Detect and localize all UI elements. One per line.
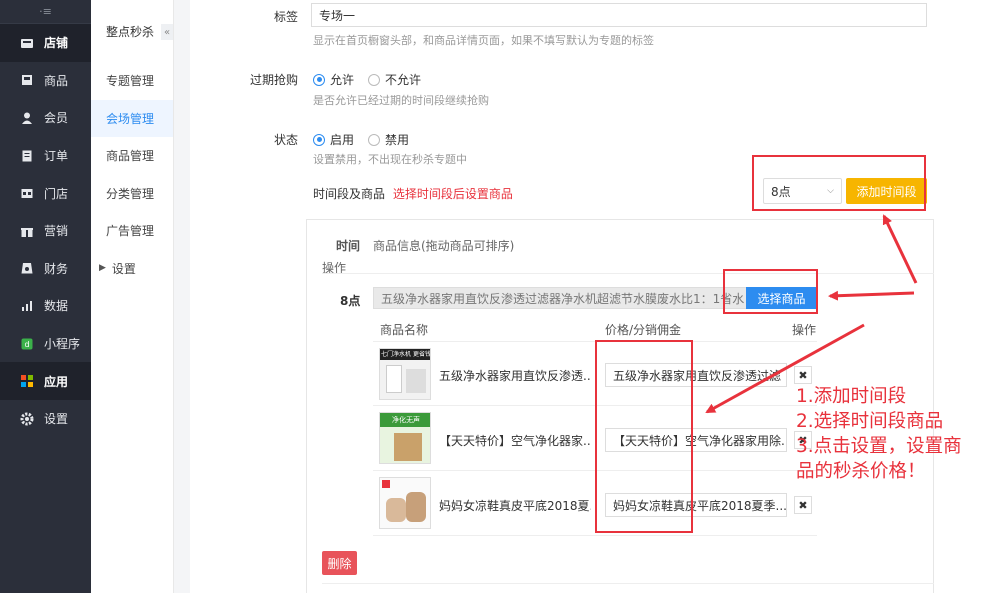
annotation-step-3-cont: 品的秒杀价格！: [796, 461, 926, 482]
subnav-title: 整点秒杀 «: [91, 0, 173, 62]
sidebar-item-data[interactable]: 数据: [0, 287, 91, 325]
subnav-item-goods[interactable]: 商品管理: [91, 137, 173, 175]
sidebar-item-shop[interactable]: 门店: [0, 174, 91, 212]
sidebar-item-label: 应用: [44, 374, 69, 389]
annotation-steps: 1.添加时间段 2.选择时间段商品 3.点击设置，设置商 品的秒杀价格！: [796, 384, 962, 484]
sidebar-item-label: 订单: [44, 149, 69, 164]
timeslot-heading: 时间段及商品 选择时间段后设置商品: [313, 187, 513, 201]
sidebar-item-label: 店铺: [44, 36, 69, 51]
product-name: 【天天特价】空气净化器家...: [439, 434, 591, 448]
annotation-box-select-goods: [723, 269, 818, 314]
tag-hint: 显示在首页橱窗头部，和商品详情页面，如果不填写默认为专题的标签: [313, 34, 654, 47]
product-name: 五级净水器家用直饮反渗透...: [439, 369, 591, 383]
inner-col-action: 操作: [792, 323, 817, 337]
subnav-item-ads[interactable]: 广告管理: [91, 212, 173, 250]
col-goods-header: 商品信息(拖动商品可排序): [373, 239, 515, 253]
status-enable-radio[interactable]: 启用: [313, 131, 354, 148]
col-time-header: 时间: [336, 239, 361, 253]
expired-hint: 是否允许已经过期的时间段继续抢购: [313, 94, 489, 107]
remove-product-button[interactable]: ✖: [794, 366, 812, 384]
sub-sidebar: 整点秒杀 « 专题管理 会场管理 商品管理 分类管理 广告管理 ▶ 设置: [91, 0, 174, 593]
annotation-box-price-column: [595, 340, 693, 533]
product-thumbnail: 净化无声: [379, 412, 431, 464]
sidebar-item-finance[interactable]: 财务: [0, 250, 91, 288]
annotation-step-3: 3.点击设置，设置商: [796, 436, 962, 457]
sidebar-item-marketing[interactable]: 营销: [0, 212, 91, 250]
user-icon: [20, 111, 34, 125]
chart-icon: [20, 299, 34, 313]
annotation-box-add-timeslot: [752, 155, 926, 211]
inner-col-price: 价格/分销佣金: [605, 323, 682, 337]
delete-timeslot-button[interactable]: 删除: [322, 551, 357, 575]
radio-unchecked-icon: [368, 133, 380, 146]
subnav-item-topic[interactable]: 专题管理: [91, 62, 173, 100]
product-thumbnail: [379, 477, 431, 529]
sidebar-item-store[interactable]: 店铺: [0, 24, 91, 62]
sidebar-item-label: 门店: [44, 186, 69, 201]
radio-checked-icon: [313, 133, 325, 146]
status-hint: 设置禁用，不出现在秒杀专题中: [313, 153, 467, 166]
radio-checked-icon: [313, 73, 325, 86]
annotation-step-2: 2.选择时间段商品: [796, 411, 944, 432]
gift-icon: [20, 224, 34, 238]
inner-col-name: 商品名称: [380, 323, 429, 337]
status-label: 状态: [273, 133, 298, 147]
apps-icon: [20, 374, 34, 388]
radio-unchecked-icon: [368, 73, 380, 86]
remove-product-button[interactable]: ✖: [794, 496, 812, 514]
expired-deny-radio[interactable]: 不允许: [368, 71, 421, 88]
sidebar-item-label: 财务: [44, 261, 69, 276]
slot-time-label: 8点: [340, 294, 361, 308]
sidebar-item-label: 设置: [44, 412, 69, 427]
main-sidebar: ·≡ 店铺 商品 会员 订单 门店 营销 财务 数据 d 小程序 应用 设置: [0, 0, 91, 593]
tag-label: 标签: [273, 10, 298, 24]
panel-divider: [322, 273, 934, 274]
product-name: 妈妈女凉鞋真皮平底2018夏...: [439, 499, 591, 513]
wallet-icon: [20, 261, 34, 275]
sidebar-item-order[interactable]: 订单: [0, 137, 91, 175]
order-icon: [20, 149, 34, 163]
sidebar-item-apps[interactable]: 应用: [0, 362, 91, 400]
subnav-item-settings[interactable]: ▶ 设置: [91, 250, 173, 288]
expand-triangle-icon: ▶: [99, 263, 106, 274]
sidebar-item-settings[interactable]: 设置: [0, 400, 91, 438]
sidebar-item-label: 会员: [44, 111, 69, 126]
expired-label: 过期抢购: [249, 73, 298, 87]
sidebar-item-goods[interactable]: 商品: [0, 62, 91, 100]
expired-allow-radio[interactable]: 允许: [313, 71, 354, 88]
svg-text:d: d: [24, 340, 29, 349]
timeslot-warning: 选择时间段后设置商品: [392, 187, 513, 201]
product-thumbnail: 七门净水机 更省钱: [379, 348, 431, 400]
shop-icon: [20, 186, 34, 200]
sidebar-item-label: 数据: [44, 299, 69, 314]
sidebar-collapse-toggle[interactable]: ·≡: [0, 0, 91, 24]
subnav-collapse-button[interactable]: «: [161, 24, 173, 40]
goods-icon: [20, 73, 34, 87]
sidebar-item-label: 营销: [44, 224, 69, 239]
miniapp-icon: d: [20, 337, 34, 351]
status-disable-radio[interactable]: 禁用: [368, 131, 409, 148]
sidebar-item-member[interactable]: 会员: [0, 99, 91, 137]
panel-bottom-divider: [322, 583, 934, 584]
subnav-item-category[interactable]: 分类管理: [91, 175, 173, 213]
sidebar-item-label: 小程序: [44, 337, 81, 352]
tag-input[interactable]: 专场一: [311, 3, 927, 27]
sidebar-item-miniapp[interactable]: d 小程序: [0, 325, 91, 363]
gear-icon: [20, 412, 34, 426]
sidebar-item-label: 商品: [44, 73, 69, 88]
subnav-item-venue[interactable]: 会场管理: [91, 99, 173, 137]
store-icon: [20, 36, 34, 50]
slot-goods-summary: 五级净水器家用直饮反渗透过滤器净水机超滤节水膜废水比1：1省水 【: [373, 287, 747, 309]
annotation-step-1: 1.添加时间段: [796, 386, 907, 407]
